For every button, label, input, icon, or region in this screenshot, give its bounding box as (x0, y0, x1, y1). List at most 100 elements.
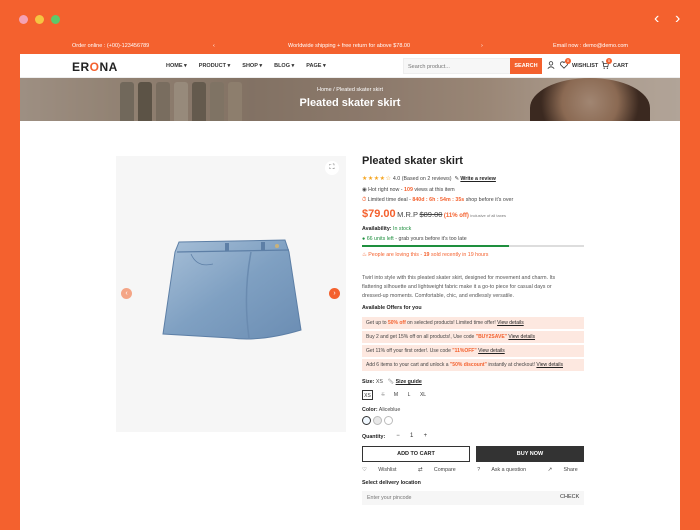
quantity-row: Quantity: − 1 + (362, 433, 462, 440)
write-review-link[interactable]: Write a review (460, 176, 496, 182)
breadcrumb[interactable]: Home / Pleated skater skirt (20, 87, 680, 93)
stock-dot-icon: ● (362, 236, 366, 242)
menu-item-product[interactable]: PRODUCT ▾ (199, 63, 231, 69)
quantity-label: Quantity: (362, 434, 386, 440)
availability-status: In stock (393, 226, 412, 232)
menu-item-home[interactable]: HOME ▾ (166, 63, 187, 69)
view-details-link[interactable]: View details (478, 348, 505, 354)
availability-row: Availability: In stock (362, 226, 411, 232)
loving-label: People are loving this - (368, 252, 423, 258)
compare-action[interactable]: ⇄ Compare (418, 467, 466, 473)
color-swatch[interactable] (384, 416, 393, 425)
logo[interactable]: ERONA (72, 60, 118, 74)
product-description: Twirl into style with this pleated skate… (362, 275, 556, 299)
pincode-box: CHECK (362, 491, 584, 505)
product-gallery: ⛶ ‹ › (116, 156, 346, 432)
size-option-s[interactable]: S (376, 390, 390, 400)
check-pincode-button[interactable]: CHECK (560, 494, 579, 500)
pencil-icon: ✎ (454, 176, 459, 182)
page-banner: Home / Pleated skater skirt Pleated skat… (20, 78, 680, 121)
offer-item: Get 11% off your first order!. Use code … (362, 345, 584, 357)
product-title: Pleated skater skirt (362, 155, 463, 167)
fullscreen-icon[interactable]: ⛶ (325, 161, 339, 175)
announcement-bar: Order online : (+00)-123456789 ‹ Worldwi… (20, 40, 680, 54)
order-phone: Order online : (+00)-123456789 (72, 43, 150, 49)
view-details-link[interactable]: View details (508, 334, 535, 340)
product-image[interactable] (151, 234, 311, 354)
sale-price: $79.00 (362, 208, 396, 220)
page-title: Pleated skater skirt (299, 97, 401, 109)
user-icon[interactable] (547, 61, 555, 71)
ask-question-action[interactable]: ? Ask a question (477, 467, 536, 473)
maximize-window-dot[interactable] (51, 15, 60, 24)
heart-icon: ♡ (362, 467, 367, 473)
color-swatch-aliceblue[interactable] (362, 416, 371, 425)
mrp-price: $89.00 (419, 210, 443, 219)
cart-count-badge: 0 (606, 58, 612, 64)
search-input[interactable] (408, 61, 508, 73)
sold-count: 19 (423, 252, 430, 258)
buy-now-button[interactable]: BUY NOW (476, 446, 584, 462)
qty-plus-button[interactable]: + (419, 433, 431, 439)
close-window-dot[interactable] (19, 15, 28, 24)
tax-note: inclusive of all taxes (470, 213, 506, 218)
units-left: 66 units left (366, 236, 394, 242)
qty-minus-button[interactable]: − (392, 433, 404, 439)
offers-title: Available Offers for you (362, 305, 422, 311)
menu-item-page[interactable]: PAGE ▾ (306, 63, 325, 69)
rating-row: ★★★★☆ 4.0 (Based on 2 reviews) ✎ Write a… (362, 175, 496, 182)
view-details-link[interactable]: View details (497, 320, 524, 326)
main-menu: HOME ▾ PRODUCT ▾ SHOP ▾ BLOG ▾ PAGE ▾ (166, 63, 326, 69)
gallery-next-arrow-icon[interactable]: › (329, 288, 340, 299)
compare-icon: ⇄ (417, 467, 423, 473)
logo-text-end: NA (99, 60, 118, 74)
search-button[interactable]: SEARCH (510, 58, 542, 74)
gallery-prev-arrow-icon[interactable]: ‹ (121, 288, 132, 299)
delivery-label: Select delivery location (362, 480, 421, 486)
color-row: Color: Aliceblue (362, 407, 400, 413)
discount-badge: (11% off) (443, 213, 469, 219)
rating-summary: 4.0 (Based on 2 reviews) (392, 176, 452, 182)
view-details-link[interactable]: View details (536, 362, 563, 368)
deal-suffix: shop before it's over (465, 197, 514, 203)
stock-progress-bar (362, 245, 584, 247)
share-action[interactable]: ↗ Share (548, 467, 588, 473)
add-to-cart-button[interactable]: ADD TO CART (362, 446, 470, 462)
cart-link[interactable]: CART (613, 63, 628, 69)
wishlist-action[interactable]: ♡ Wishlist (362, 467, 406, 473)
deal-label: Limited time deal - (367, 197, 411, 203)
logo-accent: O (89, 60, 100, 74)
units-suffix: - grab yours before it's too late (395, 236, 467, 242)
size-option-xs[interactable]: XS (362, 390, 373, 400)
wishlist-link[interactable]: WISHLIST (572, 63, 598, 69)
deal-countdown: 840d : 6h : 54m : 35s (412, 197, 465, 203)
loving-suffix: sold recently in 19 hours (431, 252, 489, 258)
next-promo-icon[interactable]: › (481, 43, 483, 49)
size-option-m[interactable]: M (390, 390, 402, 400)
size-row: Size: XS 📏︎ Size guide (362, 379, 422, 385)
star-rating: ★★★★☆ (362, 176, 392, 182)
share-icon: ↗ (547, 467, 553, 473)
forward-arrow-icon[interactable]: › (675, 10, 680, 28)
heart-icon[interactable]: 0 (560, 58, 571, 71)
qty-value[interactable]: 1 (406, 433, 418, 439)
color-swatch[interactable] (373, 416, 382, 425)
eye-icon: ◉ (362, 187, 367, 193)
menu-item-shop[interactable]: SHOP ▾ (242, 63, 262, 69)
size-guide-link[interactable]: Size guide (396, 379, 422, 385)
hot-suffix: views at this item (414, 187, 455, 193)
offer-item: Buy 2 and get 15% off on all products!, … (362, 331, 584, 343)
menu-item-blog[interactable]: BLOG ▾ (274, 63, 294, 69)
size-option-l[interactable]: L (403, 390, 415, 400)
storefront: ERONA HOME ▾ PRODUCT ▾ SHOP ▾ BLOG ▾ PAG… (20, 54, 680, 530)
prev-promo-icon[interactable]: ‹ (213, 43, 215, 49)
cart-icon[interactable]: 0 (601, 58, 612, 71)
minimize-window-dot[interactable] (35, 15, 44, 24)
site-header: ERONA HOME ▾ PRODUCT ▾ SHOP ▾ BLOG ▾ PAG… (20, 54, 680, 78)
availability-label: Availability: (362, 226, 392, 232)
back-arrow-icon[interactable]: ‹ (654, 10, 659, 28)
view-count: 109 (404, 187, 413, 193)
size-option-xl[interactable]: XL (416, 390, 430, 400)
logo-text: ER (72, 60, 90, 74)
pincode-input[interactable] (367, 493, 517, 503)
